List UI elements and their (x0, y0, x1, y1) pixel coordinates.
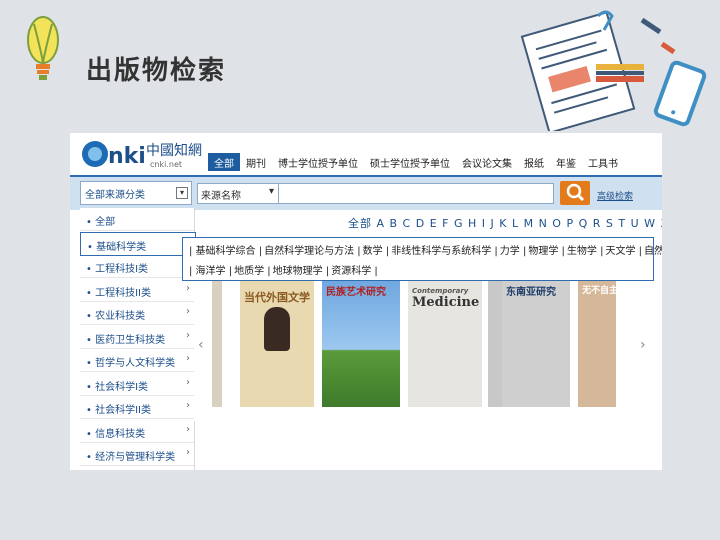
source-category-select[interactable]: 全部来源分类 ▾ (80, 181, 192, 205)
sidebar-item-label: • 工程科技II类 (86, 287, 151, 299)
search-bar: 全部来源分类 ▾ 来源名称 ▾ 高级检索 (70, 175, 662, 210)
journal-cover[interactable]: 东南亚研究 (502, 279, 570, 407)
sidebar-item-label: • 经济与管理科学类 (86, 452, 176, 463)
chevron-right-icon[interactable]: › (640, 337, 646, 353)
sidebar-item-label: • 社会科学I类 (86, 381, 149, 393)
sidebar-item[interactable]: • 社会科学II类 › (80, 396, 194, 419)
subcategory-link[interactable]: 天文学 | (605, 246, 642, 257)
subcategory-link[interactable]: 自然科学理论与方法 | (264, 246, 361, 257)
office-illustration-icon (520, 10, 707, 131)
cover-subtitle: Contemporary (412, 287, 469, 295)
sidebar-item[interactable]: • 医药卫生科技类 › (80, 326, 194, 349)
sidebar-item[interactable]: • 工程科技II类 › (80, 279, 194, 302)
tab-7[interactable]: 工具书 (582, 153, 624, 171)
journal-cover[interactable]: 无不自主 (578, 279, 616, 407)
cover-title: Medicine (412, 295, 480, 310)
subcategory-link[interactable]: 地球物理学 | (273, 266, 330, 277)
cover-title: 当代外国文学 (244, 291, 310, 304)
chevron-right-icon: › (186, 353, 190, 364)
tab-6[interactable]: 年鉴 (550, 153, 582, 171)
tab-1[interactable]: 期刊 (240, 153, 272, 171)
category-sidebar: • 全部• 基础科学类›• 工程科技I类›• 工程科技II类›• 农业科技类›•… (80, 208, 196, 470)
chevron-right-icon: › (186, 400, 190, 411)
alphabet-filter[interactable]: 全部 A B C D E F G H I J K L M N O P Q R S… (348, 215, 662, 231)
sidebar-item[interactable]: • 基础科学类› (80, 231, 196, 256)
sidebar-item[interactable]: • 经济与管理科学类 › (80, 443, 194, 466)
cover-title: 东南亚研究 (506, 287, 556, 298)
cnki-logo: nki 中國知網 cnki.net (82, 141, 202, 169)
sidebar-item-label: • 基础科学类 (87, 241, 147, 253)
chevron-right-icon: › (186, 447, 190, 458)
subcategory-row: | 基础科学综合 | 自然科学理论与方法 | 数学 | 非线性科学与系统科学 | 力学 … (189, 242, 662, 257)
sidebar-item-label: • 工程科技I类 (86, 264, 149, 275)
tab-2[interactable]: 博士学位授予单位 (272, 153, 364, 171)
journal-cover[interactable]: 当代外国文学 (240, 279, 314, 407)
sidebar-item[interactable]: • 全部 (80, 208, 194, 231)
journal-cover[interactable] (212, 279, 222, 407)
svg-text:nki: nki (108, 144, 146, 169)
sidebar-item[interactable]: • 哲学与人文科学类 › (80, 349, 194, 372)
cnki-screenshot: nki 中國知網 cnki.net 全部 期刊 博士学位授予单位 硕士学位授予单位 会议… (70, 133, 662, 470)
chevron-right-icon: › (186, 306, 190, 317)
sidebar-item-label: • 全部 (86, 217, 116, 228)
source-category-label: 全部来源分类 (85, 190, 145, 201)
journal-cover[interactable] (488, 279, 502, 407)
field-select[interactable]: 来源名称 ▾ (197, 183, 279, 204)
subcategory-link[interactable]: 物理学 | (528, 246, 565, 257)
tab-5[interactable]: 报纸 (518, 153, 550, 171)
search-icon (566, 183, 585, 202)
search-button[interactable] (560, 181, 590, 205)
search-input[interactable] (278, 183, 554, 204)
sidebar-item-label: • 哲学与人文科学类 (86, 358, 176, 369)
chevron-right-icon: › (186, 282, 190, 294)
subcategory-link[interactable]: 自然地理学和测绘学 | (644, 246, 662, 257)
cover-carousel: ‹ 当代外国文学 民族艺术研究 Contemporary Medicine 东南… (194, 279, 656, 421)
sidebar-item[interactable]: • 信息科技类 › (80, 420, 194, 443)
subcategory-link[interactable]: 非线性科学与系统科学 | (391, 246, 498, 257)
sidebar-item-label: • 社会科学II类 (86, 405, 151, 416)
sidebar-item[interactable]: • 农业科技类 › (80, 302, 194, 325)
subcategory-link[interactable]: | 海洋学 | (189, 266, 232, 277)
sidebar-item[interactable]: • 工程科技I类› (80, 255, 194, 278)
chevron-down-icon: ▾ (176, 187, 188, 199)
subcategory-link[interactable]: 力学 | (500, 246, 527, 257)
advanced-search-link[interactable]: 高级检索 (597, 189, 633, 202)
cnki-header: nki 中國知網 cnki.net 全部 期刊 博士学位授予单位 硕士学位授予单位 会议… (70, 133, 662, 175)
tab-0[interactable]: 全部 (208, 153, 240, 171)
chevron-right-icon: › (186, 376, 190, 388)
tab-4[interactable]: 会议论文集 (456, 153, 518, 171)
chevron-down-icon: ▾ (268, 186, 274, 197)
field-select-value: 来源名称 (201, 191, 241, 202)
logo-sub: cnki.net (150, 160, 182, 169)
cover-title: 无不自主 (582, 286, 616, 296)
chevron-left-icon[interactable]: ‹ (198, 337, 204, 353)
journal-cover[interactable]: 民族艺术研究 (322, 279, 400, 407)
chevron-right-icon: › (186, 329, 190, 341)
chevron-right-icon: › (186, 423, 190, 435)
logo-text: 中國知網 (146, 142, 202, 159)
lightbulb-icon (27, 16, 59, 80)
subcategory-popup: | 基础科学综合 | 自然科学理论与方法 | 数学 | 非线性科学与系统科学 | 力学 … (182, 237, 662, 281)
slide-title: 出版物检索 (86, 56, 227, 86)
sidebar-item-label: • 农业科技类 (86, 311, 146, 322)
subcategory-link[interactable]: | 基础科学综合 | (189, 246, 262, 257)
cover-title: 民族艺术研究 (326, 287, 386, 298)
category-tabs: 全部 期刊 博士学位授予单位 硕士学位授予单位 会议论文集 报纸 年鉴 工具书 (208, 153, 624, 171)
sidebar-item-label: • 医药卫生科技类 (86, 334, 166, 346)
sidebar-item[interactable]: • 社会科学I类 › (80, 373, 194, 396)
journal-cover[interactable]: Contemporary Medicine (408, 279, 482, 407)
subcategory-link[interactable]: 生物学 | (567, 246, 604, 257)
subcategory-link[interactable]: 地质学 | (234, 266, 271, 277)
sidebar-item-label: • 信息科技类 (86, 428, 146, 440)
tab-3[interactable]: 硕士学位授予单位 (364, 153, 456, 171)
subcategory-row: | 海洋学 | 地质学 | 地球物理学 | 资源科学 | (189, 262, 380, 277)
subcategory-link[interactable]: 数学 | (363, 246, 390, 257)
subcategory-link[interactable]: 资源科学 | (331, 266, 378, 277)
